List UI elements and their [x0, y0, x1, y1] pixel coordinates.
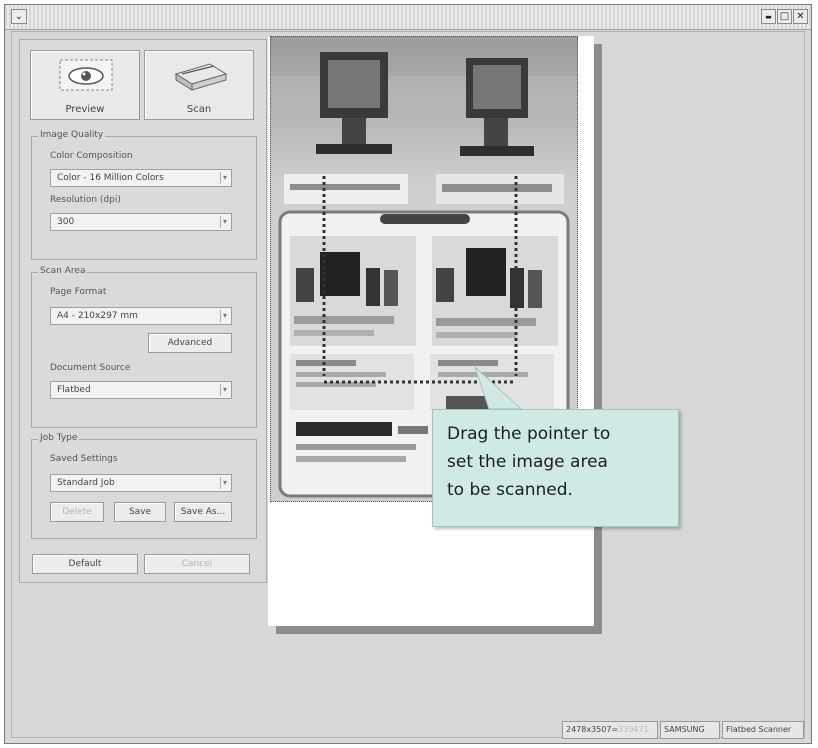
delete-button[interactable]: Delete [50, 502, 104, 522]
color-composition-value: Color - 16 Million Colors [57, 173, 164, 183]
preview-eye-icon [59, 59, 113, 91]
saved-settings-select[interactable]: Standard Job ▾ [50, 474, 232, 492]
page-format-select[interactable]: A4 - 210x297 mm ▾ [50, 307, 232, 325]
document-source-select[interactable]: Flatbed ▾ [50, 381, 232, 399]
callout-text: Drag the pointer to set the image area t… [447, 424, 611, 500]
resolution-value: 300 [57, 217, 75, 227]
chevron-down-icon: ⌄ [14, 11, 24, 22]
settings-panel: Preview Scan Image Quality Color Composi… [19, 39, 267, 583]
combo-arrow-icon: ▾ [220, 172, 229, 184]
title-bar[interactable]: ⌄ ▬ □ ✕ [5, 5, 811, 30]
preview-label: Preview [65, 104, 105, 115]
combo-arrow-icon: ▾ [220, 384, 229, 396]
status-device-value: Flatbed Scanner [726, 725, 792, 734]
scan-area-title: Scan Area [38, 266, 88, 276]
combo-arrow-icon: ▾ [220, 477, 229, 489]
document-source-label: Document Source [50, 363, 131, 373]
advanced-button[interactable]: Advanced [148, 333, 232, 353]
scan-button[interactable]: Scan [144, 50, 254, 120]
scanner-icon [174, 63, 228, 91]
image-quality-title: Image Quality [38, 130, 106, 140]
minimize-button[interactable]: ▬ [761, 9, 776, 24]
resolution-select[interactable]: 300 ▾ [50, 213, 232, 231]
job-type-group: Job Type Saved Settings Standard Job ▾ D… [31, 433, 257, 539]
job-type-title: Job Type [38, 433, 80, 443]
scanner-window: ⌄ ▬ □ ✕ Preview Scan Image Quality Color… [4, 4, 812, 744]
combo-arrow-icon: ▾ [220, 310, 229, 322]
status-device: Flatbed Scanner [722, 721, 804, 739]
saved-settings-value: Standard Job [57, 478, 115, 488]
close-button[interactable]: ✕ [793, 9, 808, 24]
status-vendor: SAMSUNG [660, 721, 720, 739]
status-vendor-value: SAMSUNG [664, 725, 705, 734]
status-size-value: 339471 [618, 725, 649, 734]
preview-page [268, 36, 594, 626]
callout-pointer [473, 365, 523, 410]
color-composition-label: Color Composition [50, 151, 133, 161]
main-content: Preview Scan Image Quality Color Composi… [11, 31, 805, 738]
close-icon: ✕ [796, 11, 805, 22]
preview-area[interactable] [268, 36, 602, 634]
document-source-value: Flatbed [57, 385, 91, 395]
minimize-icon: ▬ [765, 13, 772, 21]
saved-settings-label: Saved Settings [50, 454, 118, 464]
save-button[interactable]: Save [114, 502, 166, 522]
combo-arrow-icon: ▾ [220, 216, 229, 228]
scan-label: Scan [186, 104, 212, 115]
status-dimensions: 2478x3507=339471 [562, 721, 658, 739]
color-composition-select[interactable]: Color - 16 Million Colors ▾ [50, 169, 232, 187]
save-as-button[interactable]: Save As... [174, 502, 232, 522]
maximize-icon: □ [779, 11, 790, 22]
instruction-callout: Drag the pointer to set the image area t… [432, 409, 679, 527]
page-format-value: A4 - 210x297 mm [57, 311, 138, 321]
page-format-label: Page Format [50, 287, 107, 297]
scan-area-group: Scan Area Page Format A4 - 210x297 mm ▾ … [31, 266, 257, 428]
status-dimensions-value: 2478x3507= [566, 725, 619, 734]
default-button[interactable]: Default [32, 554, 138, 574]
maximize-button[interactable]: □ [777, 9, 792, 24]
image-quality-group: Image Quality Color Composition Color - … [31, 130, 257, 260]
cancel-button[interactable]: Cancel [144, 554, 250, 574]
window-menu-button[interactable]: ⌄ [11, 9, 27, 24]
resolution-label: Resolution (dpi) [50, 195, 121, 205]
preview-button[interactable]: Preview [30, 50, 140, 120]
